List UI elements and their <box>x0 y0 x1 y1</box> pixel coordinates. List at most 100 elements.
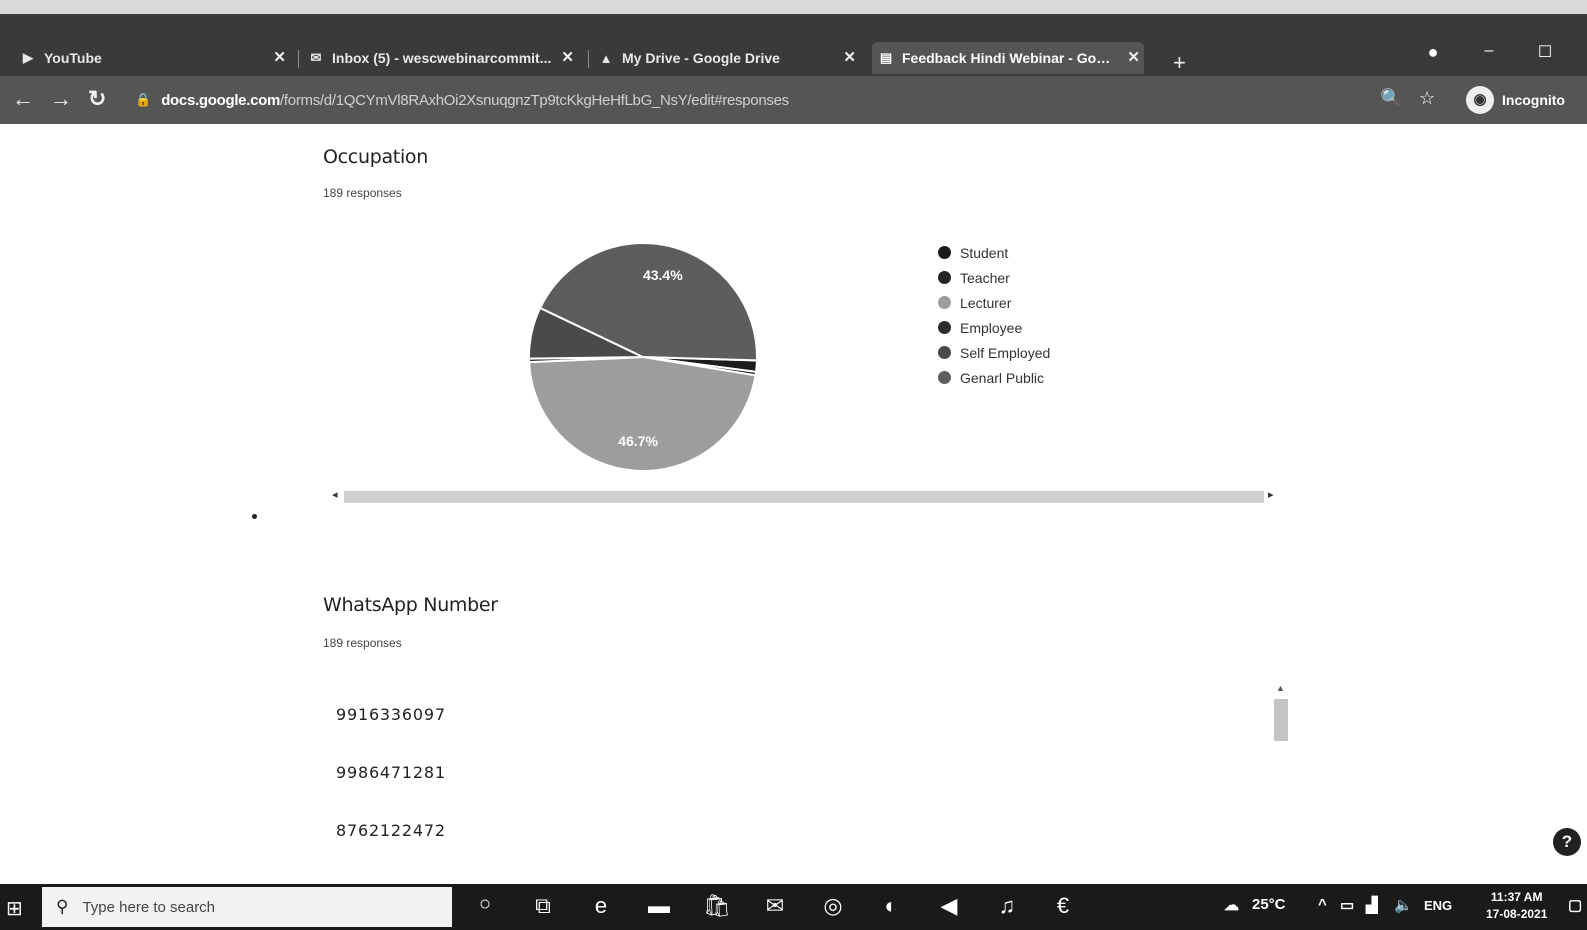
response-count: 189 responses <box>323 636 402 650</box>
answer-item: 9986471281 <box>336 763 446 782</box>
store-icon[interactable]: 🛍 <box>700 893 734 923</box>
weather-icon[interactable]: ☁ <box>1224 896 1239 914</box>
clock-time: 11:37 AM <box>1490 890 1543 904</box>
legend-swatch <box>938 371 951 384</box>
tab-youtube[interactable]: ▶ YouTube ✕ <box>20 42 290 74</box>
task-view-icon[interactable]: ⧉ <box>526 893 560 923</box>
answer-item: 9916336097 <box>336 705 446 724</box>
headset-icon[interactable]: ♫ <box>990 893 1024 923</box>
url-text: docs.google.com/forms/d/1QCYmVl8RAxhOi2X… <box>161 91 789 109</box>
media-player-icon[interactable]: ◀ <box>932 893 966 923</box>
taskbar-clock[interactable]: 11:37 AM 17-08-2021 <box>1486 889 1547 923</box>
tab-title: My Drive - Google Drive <box>622 50 780 66</box>
close-tab-icon[interactable]: ✕ <box>561 48 574 66</box>
back-arrow-icon[interactable]: ← <box>12 86 34 112</box>
question-title-occupation: Occupation <box>323 146 428 168</box>
tab-title: YouTube <box>44 50 102 66</box>
file-explorer-icon[interactable]: ▬ <box>642 893 676 923</box>
cortana-icon[interactable]: ○ <box>468 893 502 923</box>
pie-slice-label: 43.4% <box>643 267 683 283</box>
app-icon[interactable]: € <box>1046 893 1080 923</box>
legend-swatch <box>938 346 951 359</box>
clock-date: 17-08-2021 <box>1486 907 1548 921</box>
incognito-label: Incognito <box>1502 92 1565 108</box>
legend-label: Student <box>960 244 1009 261</box>
scroll-up-arrow-icon[interactable]: ▲ <box>1276 683 1285 693</box>
help-icon[interactable]: ? <box>1553 828 1581 856</box>
legend-label: Teacher <box>960 269 1010 286</box>
pager-right-icon[interactable]: ▸ <box>1268 488 1274 501</box>
legend-swatch <box>938 296 951 309</box>
network-icon[interactable]: ▟ <box>1366 896 1378 914</box>
pager-left-icon[interactable]: ◂ <box>332 488 338 501</box>
answers-scrollbar[interactable] <box>1274 699 1288 741</box>
tab-search-icon[interactable]: ● <box>1418 42 1448 66</box>
question-title-whatsapp: WhatsApp Number <box>323 594 498 616</box>
pie-slice-label: 46.7% <box>618 433 658 449</box>
legend-swatch <box>938 246 951 259</box>
incognito-profile[interactable]: ◉ Incognito <box>1466 85 1565 115</box>
browser-tab-strip: ▶ YouTube ✕ ✉ Inbox (5) - wescwebinarcom… <box>0 0 1587 76</box>
incognito-icon: ◉ <box>1466 86 1494 114</box>
language-indicator[interactable]: ENG <box>1424 898 1452 913</box>
legend-label: Self Employed <box>960 344 1051 361</box>
answer-item: 8762122472 <box>336 821 446 840</box>
tab-divider <box>588 50 589 68</box>
windows-taskbar: ⊞ ⚲ Type here to search ○ ⧉ e ▬ 🛍 ✉ ◎ ◐ … <box>0 884 1587 930</box>
legend-item-genarl-public[interactable]: Genarl Public <box>938 365 1050 390</box>
tab-inbox[interactable]: ✉ Inbox (5) - wescwebinarcommit... ✕ <box>308 42 578 74</box>
windows-start-icon[interactable]: ⊞ <box>6 896 23 921</box>
legend-item-student[interactable]: Student <box>938 240 1050 265</box>
edge-icon[interactable]: e <box>584 893 618 923</box>
legend-item-employee[interactable]: Employee <box>938 315 1050 340</box>
tab-divider <box>298 50 299 68</box>
legend-item-lecturer[interactable]: Lecturer <box>938 290 1050 315</box>
drive-icon: ▲ <box>599 50 613 66</box>
legend-label: Genarl Public <box>960 369 1045 386</box>
search-icon: ⚲ <box>56 897 69 916</box>
taskbar-search-box[interactable]: ⚲ Type here to search <box>42 887 452 927</box>
youtube-icon: ▶ <box>23 50 33 65</box>
bookmark-star-icon[interactable]: ☆ <box>1419 88 1435 109</box>
legend-item-teacher[interactable]: Teacher <box>938 265 1050 290</box>
response-count: 189 responses <box>323 186 402 200</box>
pager-track[interactable] <box>344 491 1264 503</box>
dot-mark <box>252 514 257 519</box>
volume-icon[interactable]: 🔈 <box>1394 896 1413 914</box>
legend-label: Lecturer <box>960 294 1012 311</box>
minimize-icon[interactable]: – <box>1474 42 1504 66</box>
reload-icon[interactable]: ↻ <box>88 86 106 112</box>
close-tab-icon[interactable]: ✕ <box>843 48 856 66</box>
battery-icon[interactable]: ▭ <box>1340 896 1354 914</box>
tab-title: Inbox (5) - wescwebinarcommit... <box>332 50 552 66</box>
occupation-pie-chart: 46.7% 43.4% <box>527 242 758 472</box>
firefox-icon[interactable]: ◐ <box>874 893 908 923</box>
tab-my-drive[interactable]: ▲ My Drive - Google Drive ✕ <box>598 42 860 74</box>
zoom-icon[interactable]: 🔍 <box>1380 88 1402 109</box>
new-tab-plus-icon[interactable]: + <box>1173 50 1186 76</box>
maximize-icon[interactable]: ☐ <box>1530 42 1560 66</box>
chart-legend: Student Teacher Lecturer Employee Self Emplo… <box>938 240 1050 390</box>
notification-icon[interactable]: ▢ <box>1568 896 1582 914</box>
forms-icon: ▤ <box>879 50 893 65</box>
mail-app-icon[interactable]: ✉ <box>758 893 792 923</box>
close-tab-icon[interactable]: ✕ <box>1127 48 1140 66</box>
forward-arrow-icon[interactable]: → <box>50 86 72 112</box>
lock-icon: 🔒 <box>135 92 152 107</box>
pie-slice-lecturer[interactable] <box>528 355 757 472</box>
mail-icon: ✉ <box>310 50 322 65</box>
legend-label: Employee <box>960 319 1023 336</box>
legend-item-self-employed[interactable]: Self Employed <box>938 340 1050 365</box>
close-tab-icon[interactable]: ✕ <box>273 48 286 66</box>
address-bar[interactable]: 🔒 docs.google.com/forms/d/1QCYmVl8RAxhOi… <box>135 84 1535 116</box>
chart-pager: ◂ ▸ <box>332 488 1280 506</box>
weather-temperature[interactable]: 25°C <box>1252 896 1286 913</box>
tab-title: Feedback Hindi Webinar - Goog <box>902 50 1112 66</box>
tray-expand-icon[interactable]: ^ <box>1318 896 1327 913</box>
search-placeholder: Type here to search <box>82 898 216 916</box>
chrome-icon[interactable]: ◎ <box>816 893 850 923</box>
browser-toolbar: ← → ↻ 🔒 docs.google.com/forms/d/1QCYmVl8… <box>0 76 1587 124</box>
tab-feedback-form[interactable]: ▤ Feedback Hindi Webinar - Goog ✕ <box>872 42 1144 74</box>
legend-swatch <box>938 321 951 334</box>
legend-swatch <box>938 271 951 284</box>
